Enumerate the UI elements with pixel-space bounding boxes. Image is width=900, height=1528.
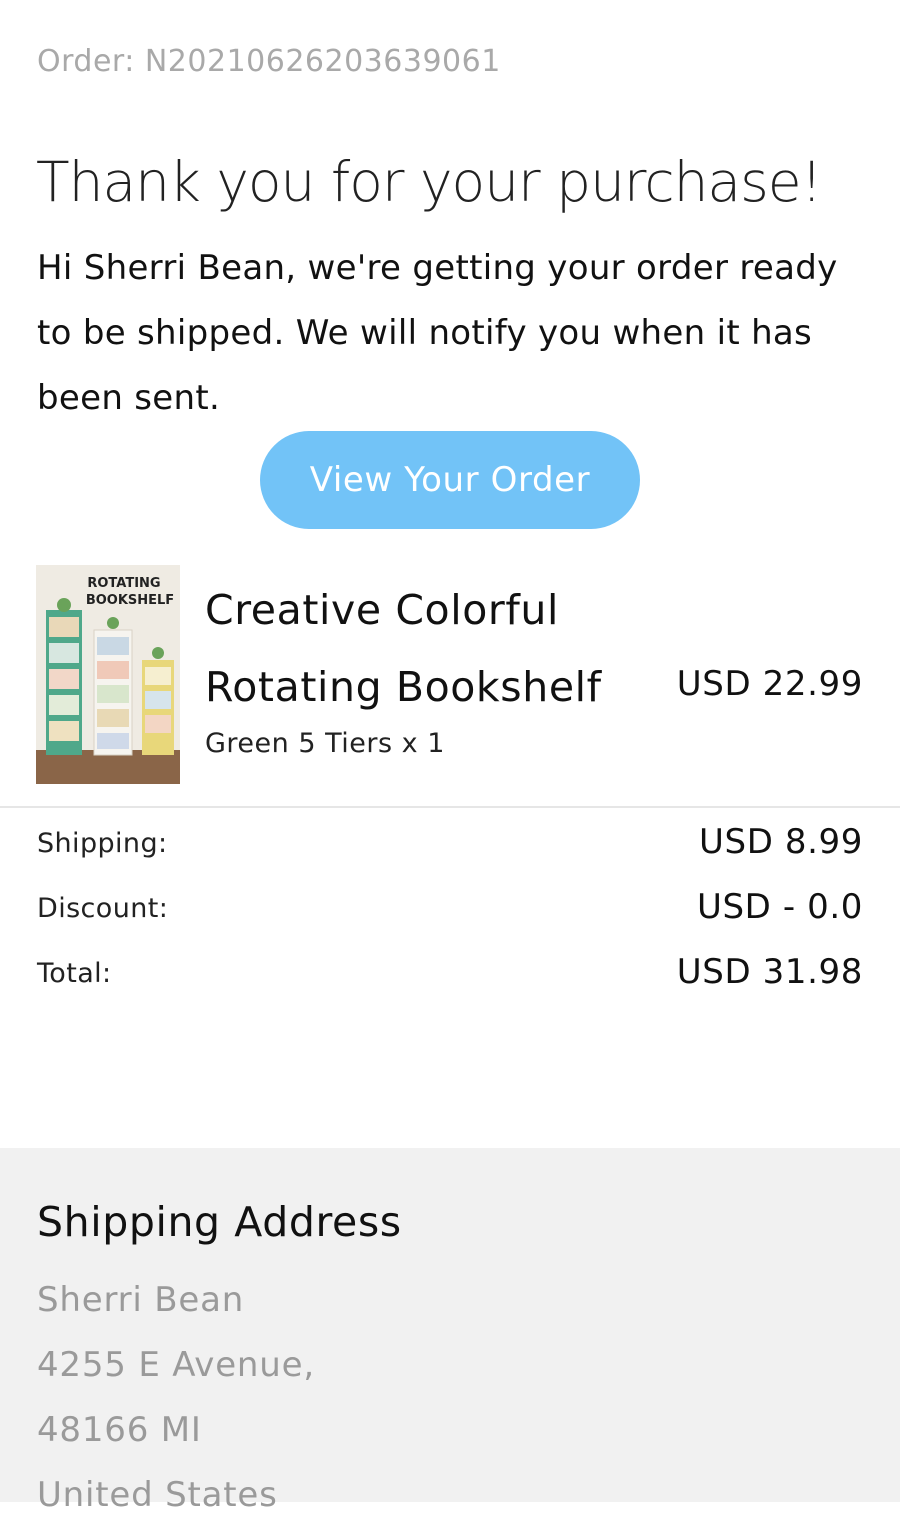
address-country: United States [37, 1475, 278, 1515]
shipping-cost-row: Shipping: USD 8.99 [37, 822, 863, 862]
product-price: USD 22.99 [676, 664, 863, 704]
intro-message: Hi Sherri Bean, we're getting your order… [37, 248, 838, 418]
view-order-button[interactable]: View Your Order [260, 431, 640, 529]
total-label: Total: [37, 958, 112, 989]
page-title: Thank you for your purchase! [36, 150, 823, 214]
shipping-cost-value: USD 8.99 [699, 822, 863, 862]
shipping-cost-label: Shipping: [37, 828, 168, 859]
shipping-address-title: Shipping Address [37, 1198, 402, 1246]
total-value: USD 31.98 [676, 952, 863, 992]
order-number: Order: N20210626203639061 [37, 44, 501, 79]
shipping-address-panel: Shipping Address Sherri Bean 4255 E Aven… [0, 1148, 900, 1515]
address-postal: 48166 MI [37, 1410, 202, 1450]
product-image-text-1: ROTATING [87, 576, 160, 591]
product-variant: Green 5 Tiers x 1 [205, 728, 445, 759]
discount-value: USD - 0.0 [696, 887, 863, 927]
discount-label: Discount: [37, 893, 169, 924]
shipping-address: Sherri Bean 4255 E Avenue, 48166 MI Unit… [37, 1268, 315, 1528]
product-image-text-2: BOOKSHELF [86, 593, 174, 608]
product-image[interactable]: ROTATING BOOKSHELF [36, 565, 180, 784]
address-name: Sherri Bean [37, 1280, 245, 1320]
address-street: 4255 E Avenue, [37, 1345, 315, 1385]
discount-row: Discount: USD - 0.0 [37, 887, 863, 927]
total-row: Total: USD 31.98 [37, 952, 863, 992]
product-name[interactable]: Creative Colorful Rotating Bookshelf [205, 572, 625, 726]
divider [0, 806, 900, 808]
